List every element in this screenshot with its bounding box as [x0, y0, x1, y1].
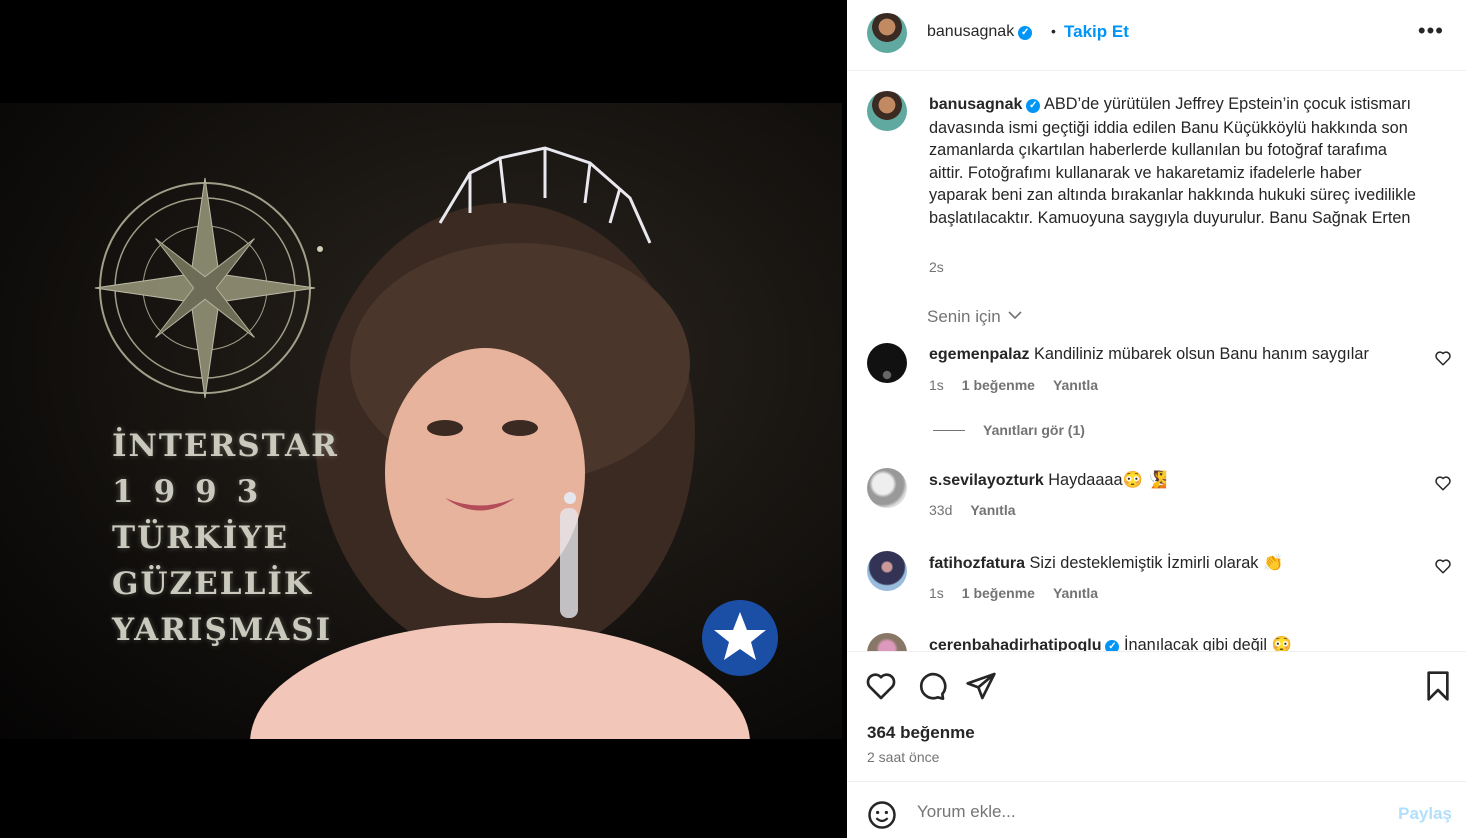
comment-username[interactable]: fatihozfatura: [929, 555, 1025, 572]
replies-label: Yanıtları gör (1): [983, 422, 1085, 438]
caption-username[interactable]: banusagnak ✓: [929, 96, 1041, 113]
comment-meta: 1s 1 beğenme Yanıtla: [929, 585, 1116, 601]
caption-text: ABD’de yürütülen Jeffrey Epstein’in çocu…: [929, 95, 1416, 227]
chevron-down-icon: [1008, 311, 1023, 320]
comment-time: 33d: [929, 502, 953, 518]
comment-body: Haydaaaa😳 🧏: [1048, 471, 1168, 489]
comment-username[interactable]: cerenbahadirhatipoglu: [929, 637, 1101, 651]
overlay-line: GÜZELLİK: [112, 566, 313, 602]
photo-overlay-text: İNTERSTAR 1993 TÜRKİYE GÜZELLİK YARIŞMAS…: [112, 423, 339, 653]
post-header: banusagnak ✓ • Takip Et •••: [847, 0, 1466, 71]
like-heart-icon[interactable]: [865, 670, 897, 702]
heart-icon[interactable]: [1434, 474, 1452, 492]
verified-badge-icon: ✓: [1026, 99, 1041, 113]
comment-text: s.sevilayozturk Haydaaaa😳 🧏: [929, 470, 1419, 490]
emoji-icon[interactable]: [867, 800, 897, 830]
avatar[interactable]: [867, 551, 907, 591]
comment-username[interactable]: s.sevilayozturk: [929, 472, 1044, 489]
avatar[interactable]: [867, 468, 907, 508]
reply-button[interactable]: Yanıtla: [1053, 377, 1098, 393]
post-caption: banusagnak ✓ ABD’de yürütülen Jeffrey Eps…: [929, 93, 1419, 229]
comment-input[interactable]: [917, 802, 1357, 822]
overlay-line: İNTERSTAR: [112, 428, 339, 464]
verified-badge-icon: ✓: [1018, 26, 1033, 40]
comment-body: İnanılacak gibi değil 😳: [1124, 636, 1292, 651]
comment-body: Sizi desteklemiştik İzmirli olarak 👏: [1029, 554, 1284, 572]
comment-username[interactable]: egemenpalaz: [929, 346, 1029, 363]
reply-button[interactable]: Yanıtla: [970, 502, 1015, 518]
post-comment-button[interactable]: Paylaş: [1398, 804, 1452, 824]
comment-text: fatihozfatura Sizi desteklemiştik İzmirl…: [929, 553, 1419, 573]
bookmark-icon[interactable]: [1422, 670, 1454, 702]
post-actions: 364 beğenme 2 saat önce: [847, 651, 1466, 781]
heart-icon[interactable]: [1434, 557, 1452, 575]
comment-likes[interactable]: 1 beğenme: [962, 377, 1035, 393]
avatar[interactable]: [867, 633, 907, 651]
header-username[interactable]: banusagnak ✓: [927, 23, 1033, 41]
post-time: 2 saat önce: [867, 749, 940, 765]
post-photo: İNTERSTAR 1993 TÜRKİYE GÜZELLİK YARIŞMAS…: [0, 103, 842, 739]
caption-time: 2s: [929, 259, 944, 275]
comments-scroll-area[interactable]: banusagnak ✓ ABD’de yürütülen Jeffrey Eps…: [847, 71, 1466, 651]
comment-meta: 33d Yanıtla: [929, 502, 1034, 518]
post-media[interactable]: İNTERSTAR 1993 TÜRKİYE GÜZELLİK YARIŞMAS…: [0, 0, 847, 838]
avatar[interactable]: [867, 343, 907, 383]
avatar[interactable]: [867, 13, 907, 53]
comment-text: egemenpalaz Kandiliniz mübarek olsun Ban…: [929, 345, 1419, 364]
heart-icon[interactable]: [1434, 349, 1452, 367]
comment-time: 1s: [929, 585, 944, 601]
comment-time: 1s: [929, 377, 944, 393]
verified-badge-icon: ✓: [1105, 640, 1120, 651]
overlay-line: TÜRKİYE: [112, 520, 290, 556]
likes-count[interactable]: 364 beğenme: [867, 723, 975, 743]
follow-button[interactable]: Takip Et: [1064, 22, 1129, 42]
avatar[interactable]: [867, 91, 907, 131]
sort-label: Senin için: [927, 307, 1001, 326]
comment-composer: Paylaş: [847, 781, 1466, 838]
comment-likes[interactable]: 1 beğenme: [962, 585, 1035, 601]
more-options-icon[interactable]: •••: [1418, 18, 1444, 44]
sort-selector[interactable]: Senin için: [927, 307, 1023, 327]
separator-dot: •: [1051, 23, 1056, 39]
comment-body: Kandiliniz mübarek olsun Banu hanım sayg…: [1034, 345, 1369, 363]
username-text[interactable]: banusagnak: [927, 23, 1014, 40]
comment-bubble-icon[interactable]: [915, 670, 947, 702]
overlay-line: 1993: [112, 474, 279, 510]
share-send-icon[interactable]: [965, 670, 997, 702]
overlay-line: YARIŞMASI: [112, 612, 333, 648]
username-text[interactable]: banusagnak: [929, 96, 1022, 113]
post-side-panel: banusagnak ✓ • Takip Et ••• banusagnak ✓ A…: [847, 0, 1466, 838]
replies-line: [933, 430, 965, 431]
comment-text: cerenbahadirhatipoglu ✓ İnanılacak gibi d…: [929, 635, 1419, 651]
view-replies-button[interactable]: Yanıtları gör (1): [933, 422, 1085, 438]
comment-meta: 1s 1 beğenme Yanıtla: [929, 377, 1116, 393]
reply-button[interactable]: Yanıtla: [1053, 585, 1098, 601]
